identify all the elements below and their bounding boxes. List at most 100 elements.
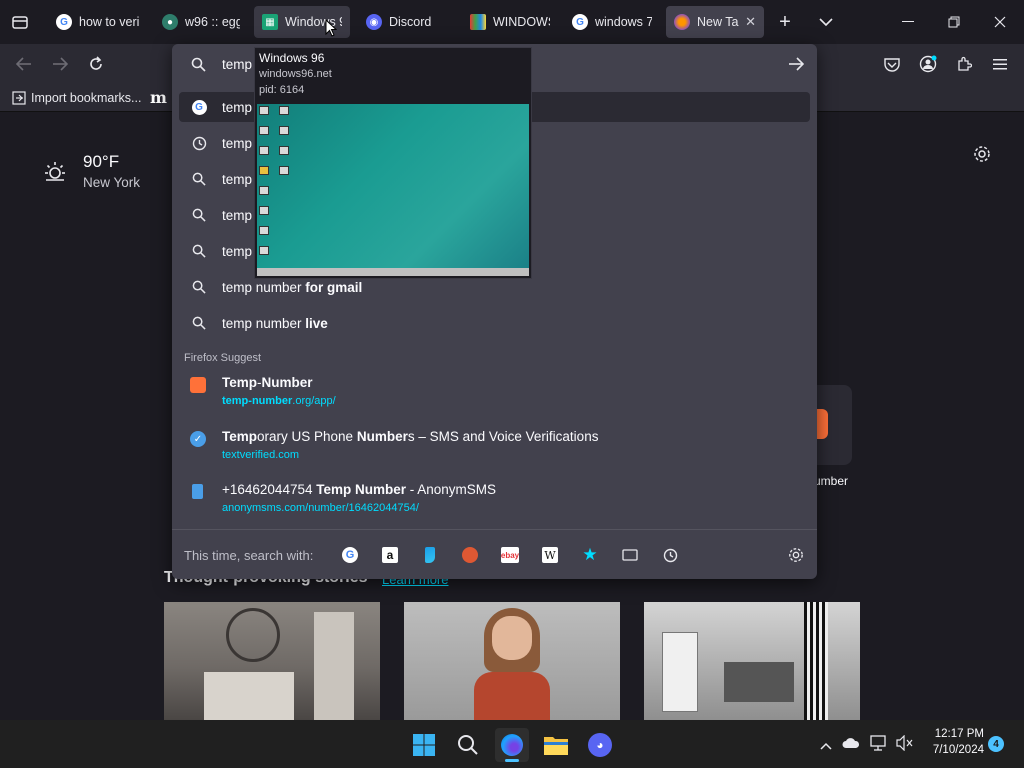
tab-title: how to veri [79, 15, 140, 29]
minimize-icon[interactable] [898, 12, 918, 32]
result-title: Temp-Number [222, 375, 313, 390]
search-settings-gear-icon[interactable] [785, 544, 807, 566]
history-clock-icon [184, 136, 214, 151]
taskbar-search-icon[interactable] [451, 728, 485, 762]
import-bookmarks-button[interactable]: Import bookmarks... [12, 90, 141, 106]
bing-engine-icon[interactable] [419, 544, 441, 566]
result-url: textverified.com [222, 449, 300, 461]
firefox-suggest-item[interactable]: ✓ Temporary US Phone Numbers – SMS and V… [179, 425, 810, 471]
result-url: anonymsms.com/number/16462044754/ [222, 502, 419, 514]
story-card-2[interactable] [404, 602, 620, 720]
restore-icon[interactable] [944, 12, 964, 32]
tab-5[interactable]: G windows 7 [564, 6, 660, 38]
suggestion-text: temp number [222, 315, 306, 331]
onedrive-cloud-icon[interactable] [842, 736, 860, 754]
extensions-icon[interactable] [954, 54, 974, 74]
bookmark-m[interactable]: m [150, 88, 167, 107]
firefox-suggest-item[interactable]: Temp-Number temp-number.org/app/ [179, 371, 810, 417]
google-icon: G [572, 14, 588, 30]
close-window-icon[interactable] [990, 12, 1010, 32]
mirror-image [226, 608, 280, 662]
tooltip-title: Windows 96 [259, 51, 325, 65]
divider [172, 529, 817, 530]
tab-1[interactable]: ● w96 :: egg. [154, 6, 248, 38]
story-card-1[interactable] [164, 602, 380, 720]
firefox-view-icon[interactable] [10, 12, 30, 32]
search-icon [184, 316, 214, 330]
globe-icon: ● [162, 14, 178, 30]
suggestion-text: temp [222, 171, 253, 187]
taskbar-file-explorer-icon[interactable] [539, 728, 573, 762]
taskbar-discord-icon[interactable]: ◕ [583, 728, 617, 762]
volume-muted-icon[interactable] [896, 734, 914, 756]
curtain-image [804, 602, 828, 720]
amazon-engine-icon[interactable]: a [379, 544, 401, 566]
clock-time[interactable]: 12:17 PM [928, 728, 984, 740]
chevron-down-icon[interactable] [816, 12, 836, 32]
fireplace-image [204, 672, 294, 720]
hamburger-menu-icon[interactable] [990, 54, 1010, 74]
bookmarks-star-icon[interactable]: ★ [579, 544, 601, 566]
weather-location: New York [83, 175, 141, 190]
suggestion-text: temp [222, 135, 253, 151]
duckduckgo-engine-icon[interactable] [459, 544, 481, 566]
desktop-icon [279, 166, 289, 175]
tab-3[interactable]: ◉ Discord [358, 6, 454, 38]
search-with-label: This time, search with: [184, 548, 314, 563]
taskbar-firefox-icon[interactable] [495, 728, 529, 762]
result-title: +16462044754 Temp Number - AnonymSMS [222, 482, 497, 497]
tab-6[interactable]: New Tab ✕ [666, 6, 764, 38]
google-icon: G [56, 14, 72, 30]
notification-badge[interactable]: 4 [988, 736, 1004, 752]
network-icon[interactable] [870, 735, 888, 756]
tab-preview-thumbnail [257, 104, 529, 276]
result-url: temp-number.org/app/ [222, 395, 336, 407]
story-card-3[interactable] [644, 602, 860, 720]
suggestion-text: temp [222, 243, 253, 259]
person-shirt-image [474, 672, 550, 720]
tab-preview-tooltip: Windows 96 windows96.net pid: 6164 [254, 47, 532, 279]
door-image [314, 612, 354, 720]
suggestion-text: temp [222, 99, 253, 115]
history-icon[interactable] [659, 544, 681, 566]
tab-title: WINDOWS [493, 15, 550, 29]
account-icon[interactable] [918, 54, 938, 74]
tab-4[interactable]: WINDOWS [462, 6, 558, 38]
desktop-icon [259, 146, 269, 155]
win96-taskbar [257, 268, 529, 276]
new-tab-plus-icon[interactable]: + [774, 11, 796, 33]
tab-title: w96 :: egg. [185, 15, 240, 29]
pocket-icon[interactable] [882, 54, 902, 74]
back-arrow-icon[interactable] [14, 54, 34, 74]
windows-start-icon[interactable] [407, 728, 441, 762]
close-tab-icon[interactable]: ✕ [745, 14, 756, 30]
discord-logo: ◕ [588, 733, 612, 757]
tab-0[interactable]: G how to veri [48, 6, 148, 38]
import-bookmarks-label: Import bookmarks... [31, 91, 142, 105]
clock-date[interactable]: 7/10/2024 [920, 744, 984, 756]
forward-arrow-icon[interactable] [50, 54, 70, 74]
search-icon [191, 57, 206, 77]
url-input[interactable]: temp [222, 57, 252, 72]
tab-title: windows 7 [595, 15, 652, 29]
shortcut-label: umber [814, 474, 849, 488]
reload-icon[interactable] [86, 54, 106, 74]
tab-strip: G how to veri ● w96 :: egg. ▦ Windows 9 … [0, 0, 1024, 44]
wikipedia-engine-icon[interactable]: W [539, 544, 561, 566]
mouse-cursor-icon [325, 18, 338, 42]
ebay-engine-icon[interactable]: ebay [499, 544, 521, 566]
google-engine-icon[interactable]: G [339, 544, 361, 566]
desktop-icon [259, 126, 269, 135]
arrow-right-icon[interactable] [788, 57, 805, 76]
settings-gear-icon[interactable] [973, 145, 991, 168]
tabs-icon[interactable] [619, 544, 641, 566]
tray-chevron-up-icon[interactable] [820, 737, 832, 755]
desktop-icon [259, 226, 269, 235]
firefox-suggest-item[interactable]: +16462044754 Temp Number - AnonymSMS ano… [179, 478, 810, 524]
tooltip-pid: pid: 6164 [259, 84, 305, 96]
suggestion-row[interactable]: temp number live [179, 308, 810, 338]
desktop-icon [279, 146, 289, 155]
suggestion-bold: live [305, 315, 328, 331]
discord-icon: ◉ [366, 14, 382, 30]
tab-title: New Tab [697, 15, 739, 29]
